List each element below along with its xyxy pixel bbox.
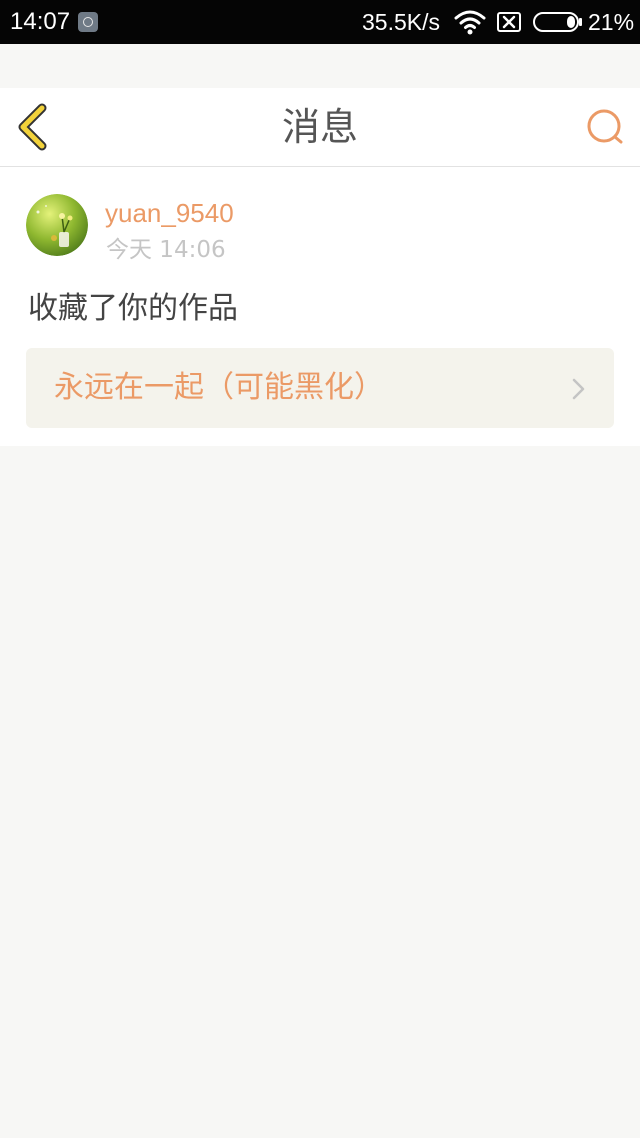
battery-percentage: 21%	[588, 9, 635, 35]
search-button[interactable]	[582, 104, 628, 150]
avatar[interactable]	[26, 194, 88, 256]
chevron-left-icon	[18, 103, 47, 151]
work-title: 永远在一起（可能黑化）	[54, 370, 384, 405]
top-navigation-bar: 消息	[0, 88, 640, 167]
battery-icon	[533, 12, 582, 32]
username-link[interactable]: yuan_9540	[105, 195, 234, 231]
chevron-right-icon	[572, 378, 585, 400]
no-sim-icon	[497, 12, 521, 32]
search-icon	[587, 109, 623, 144]
message-timestamp: 今天 14:06	[106, 237, 226, 263]
page-title: 消息	[281, 105, 358, 149]
message-action-text: 收藏了你的作品	[28, 291, 238, 326]
app-notification-icon	[78, 12, 98, 32]
work-link-card[interactable]: 永远在一起（可能黑化）	[26, 348, 614, 428]
back-button[interactable]	[12, 102, 56, 152]
message-item: yuan_9540 今天 14:06 收藏了你的作品 永远在一起（可能黑化）	[0, 167, 640, 446]
status-bar: 14:07 35.5K/s 21%	[0, 0, 640, 44]
wifi-icon	[454, 10, 486, 35]
network-speed: 35.5K/s	[362, 9, 440, 35]
user-avatar-image	[26, 194, 88, 256]
status-time: 14:07	[10, 8, 71, 35]
